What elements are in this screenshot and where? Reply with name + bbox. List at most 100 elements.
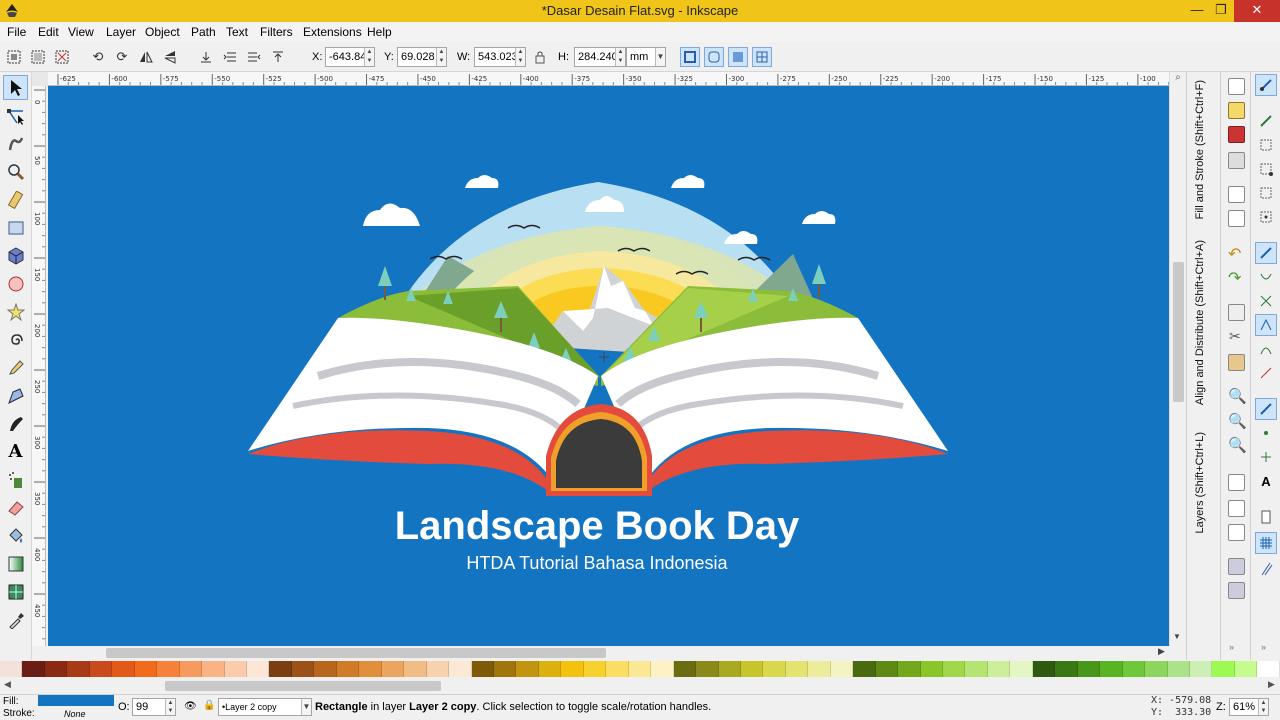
transform-gradients-icon[interactable]	[728, 47, 748, 67]
3d-box-tool-icon[interactable]	[3, 243, 28, 268]
snap-bbox-center-icon[interactable]	[1255, 206, 1277, 228]
palette-swatch[interactable]	[449, 661, 472, 677]
vertical-scrollbar[interactable]: ⌕ ▼	[1169, 72, 1186, 646]
snap-others-icon[interactable]	[1255, 398, 1277, 420]
palette-swatch[interactable]	[404, 661, 427, 677]
new-document-icon[interactable]	[1228, 78, 1245, 95]
h-input[interactable]: 284.240 ▲ ▼	[574, 47, 626, 67]
palette-swatch[interactable]	[381, 661, 405, 677]
lock-proportions-icon[interactable]	[530, 47, 550, 67]
palette-swatch[interactable]	[740, 661, 764, 677]
menu-extensions[interactable]: Extensions	[303, 25, 362, 39]
palette-swatch[interactable]	[22, 661, 45, 677]
palette-swatch[interactable]	[1010, 661, 1033, 677]
menu-path[interactable]: Path	[191, 25, 216, 39]
text-tool-icon[interactable]: A	[3, 439, 28, 464]
fill-indicator[interactable]	[38, 695, 114, 706]
more-snap-icon[interactable]: »	[1261, 642, 1266, 652]
open-file-icon[interactable]	[1228, 102, 1245, 119]
selector-tool-icon[interactable]	[3, 75, 28, 100]
snap-text-baseline-icon[interactable]: A	[1255, 470, 1277, 492]
spray-tool-icon[interactable]	[3, 467, 28, 492]
calligraphy-tool-icon[interactable]	[3, 411, 28, 436]
rectangle-tool-icon[interactable]	[3, 215, 28, 240]
palette-swatch[interactable]	[561, 661, 584, 677]
transform-patterns-icon[interactable]	[752, 47, 772, 67]
palette-swatch[interactable]	[134, 661, 158, 677]
palette-swatch[interactable]	[202, 661, 225, 677]
palette-swatch[interactable]	[1257, 661, 1280, 677]
snap-bbox-midpoint-icon[interactable]	[1255, 182, 1277, 204]
scroll-right-arrow-icon[interactable]: ▶	[1158, 646, 1165, 657]
undo-icon[interactable]: ↶	[1228, 244, 1241, 264]
palette-swatch[interactable]	[1190, 661, 1213, 677]
horizontal-scroll-thumb[interactable]	[106, 648, 606, 658]
palette-swatch[interactable]	[224, 661, 247, 677]
palette-swatch[interactable]	[538, 661, 562, 677]
palette-swatch[interactable]	[426, 661, 450, 677]
palette-swatch[interactable]	[785, 661, 809, 677]
raise-to-top-icon[interactable]	[268, 47, 288, 67]
menu-layer[interactable]: Layer	[106, 25, 136, 39]
menu-object[interactable]: Object	[145, 25, 180, 39]
palette-swatch[interactable]	[763, 661, 786, 677]
menu-edit[interactable]: Edit	[38, 25, 59, 39]
palette-swatch[interactable]	[471, 661, 494, 677]
palette-swatch[interactable]	[718, 661, 741, 677]
lock-layer-icon[interactable]: 🔒	[203, 700, 215, 711]
menu-help[interactable]: Help	[367, 25, 392, 39]
palette-swatch[interactable]	[1167, 661, 1191, 677]
palette-swatch[interactable]	[1032, 661, 1056, 677]
menu-text[interactable]: Text	[226, 25, 248, 39]
palette-swatch[interactable]	[89, 661, 113, 677]
palette-swatch[interactable]	[943, 661, 966, 677]
save-icon[interactable]	[1228, 126, 1245, 143]
zoom-drawing-icon[interactable]: 🔍	[1228, 412, 1247, 430]
scale-corners-icon[interactable]	[704, 47, 724, 67]
palette-swatch[interactable]	[875, 661, 899, 677]
redo-icon[interactable]: ↷	[1228, 268, 1241, 288]
palette-swatch[interactable]	[336, 661, 360, 677]
export-icon[interactable]	[1228, 210, 1245, 227]
palette-swatch[interactable]	[1122, 661, 1146, 677]
h-spinner-arrows[interactable]: ▲ ▼	[615, 48, 625, 66]
palette-scroll-thumb[interactable]	[165, 681, 441, 691]
palette-scroll-right-icon[interactable]: ▶	[1268, 679, 1275, 690]
palette-swatch[interactable]	[1077, 661, 1101, 677]
palette-swatch[interactable]	[291, 661, 315, 677]
palette-scrollbar[interactable]: ◀ ▶	[0, 678, 1280, 694]
snap-intersection-icon[interactable]	[1255, 290, 1277, 312]
snap-smooth-icon[interactable]	[1255, 338, 1277, 360]
rotate-cw-icon[interactable]: ⟳	[112, 47, 132, 67]
palette-swatch[interactable]	[67, 661, 90, 677]
palette-swatch[interactable]	[920, 661, 944, 677]
more-commands-icon[interactable]: »	[1229, 642, 1234, 652]
palette-swatch[interactable]	[179, 661, 203, 677]
rotate-ccw-icon[interactable]: ⟲	[88, 47, 108, 67]
snap-toggle-icon[interactable]	[1255, 74, 1277, 96]
x-spinner-arrows[interactable]: ▲ ▼	[364, 48, 374, 66]
layers-tab[interactable]: Layers (Shift+Ctrl+L)	[1194, 432, 1206, 533]
zoom-page-icon[interactable]: 🔍	[1228, 436, 1247, 454]
pen-tool-icon[interactable]	[3, 383, 28, 408]
palette-swatch[interactable]	[898, 661, 921, 677]
snap-cusp-icon[interactable]	[1255, 314, 1277, 336]
menu-filters[interactable]: Filters	[260, 25, 293, 39]
zoom-tool-icon[interactable]	[3, 159, 28, 184]
snap-rotation-center-icon[interactable]	[1255, 446, 1277, 468]
palette-swatch[interactable]	[965, 661, 988, 677]
menu-file[interactable]: File	[7, 25, 26, 39]
palette-swatch[interactable]	[246, 661, 270, 677]
zoom-selection-icon[interactable]: 🔍	[1228, 387, 1247, 405]
palette-swatch[interactable]	[651, 661, 674, 677]
palette-swatch[interactable]	[583, 661, 607, 677]
horizontal-ruler[interactable]: -625 -600 -575 -550 -525 -500 -475 -450 -425 -400…	[48, 72, 1169, 86]
vertical-ruler[interactable]: 0 50 100 150 200 250 300 350 400 450	[32, 86, 46, 646]
duplicate-icon[interactable]	[1228, 474, 1245, 491]
select-all-icon[interactable]	[4, 47, 24, 67]
x-input[interactable]: -643.84 ▲ ▼	[325, 47, 375, 67]
y-spinner-arrows[interactable]: ▲ ▼	[436, 48, 446, 66]
zoom-spinner-arrows[interactable]: ▲ ▼	[1258, 699, 1268, 715]
mesh-tool-icon[interactable]	[3, 579, 28, 604]
pencil-tool-icon[interactable]	[3, 355, 28, 380]
